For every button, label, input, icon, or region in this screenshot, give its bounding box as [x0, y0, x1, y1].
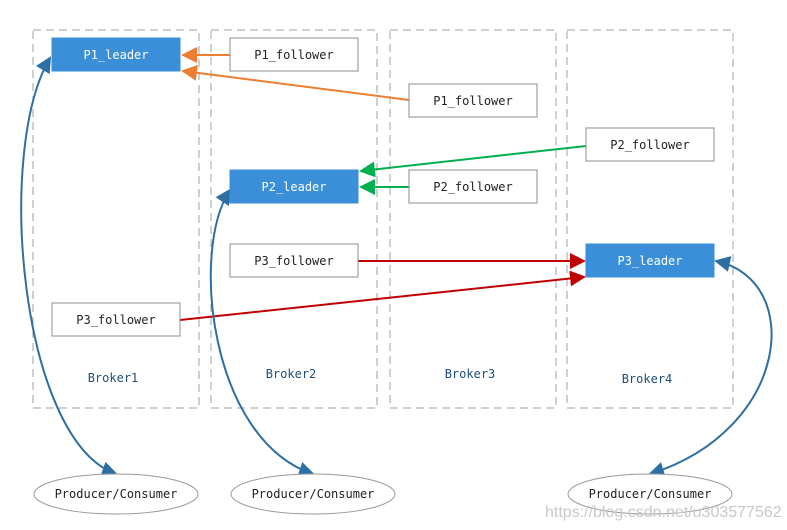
leader-partition: P1_leader — [51, 37, 181, 72]
follower-partition: P1_follower — [408, 83, 538, 118]
follower-partition: P2_follower — [585, 127, 715, 162]
partition-label: P1_follower — [254, 48, 333, 62]
broker-border — [32, 29, 200, 409]
client-connection-arrow — [20, 56, 118, 477]
follower-partition: P1_follower — [229, 37, 359, 72]
p2-replication-arrow — [359, 145, 587, 178]
leader-partition: P2_leader — [229, 169, 359, 204]
partition-label: P1_leader — [83, 48, 148, 62]
client-label: Producer/Consumer — [589, 487, 712, 501]
broker-4: Broker4 — [566, 29, 734, 409]
broker-1: Broker1 — [32, 29, 200, 409]
partition-label: P3_follower — [76, 313, 155, 327]
client-connection-arrow — [648, 256, 773, 478]
partition-label: P2_follower — [610, 138, 689, 152]
producer-consumer: Producer/Consumer — [230, 473, 396, 515]
kafka-partition-diagram: Broker1 Broker2 Broker3 Broker4 P1_leader P1… — [0, 0, 787, 530]
partition-label: P2_leader — [261, 180, 326, 194]
follower-partition: P2_follower — [408, 169, 538, 204]
follower-partition: P3_follower — [51, 302, 181, 337]
follower-partition: P3_follower — [229, 243, 359, 278]
broker-label: Broker3 — [445, 367, 496, 381]
client-label: Producer/Consumer — [252, 487, 375, 501]
p3-replication-arrow — [179, 270, 586, 321]
partition-label: P2_follower — [433, 180, 512, 194]
broker-label: Broker2 — [266, 367, 317, 381]
p1-replication-arrow — [181, 64, 410, 101]
partition-label: P1_follower — [433, 94, 512, 108]
broker-border — [566, 29, 734, 409]
diagram-canvas: Broker1 Broker2 Broker3 Broker4 P1_leader P1… — [20, 29, 782, 521]
broker-2: Broker2 — [210, 29, 378, 409]
partition-label: P3_follower — [254, 254, 333, 268]
producer-consumer: Producer/Consumer — [33, 473, 199, 515]
broker-label: Broker4 — [622, 372, 673, 386]
client-connection-arrow — [209, 188, 315, 478]
client-label: Producer/Consumer — [55, 487, 178, 501]
broker-label: Broker1 — [88, 371, 139, 385]
partition-label: P3_leader — [617, 254, 682, 268]
leader-partition: P3_leader — [585, 243, 715, 278]
broker-border — [210, 29, 378, 409]
watermark: https://blog.csdn.net/u303577562 — [545, 504, 782, 521]
